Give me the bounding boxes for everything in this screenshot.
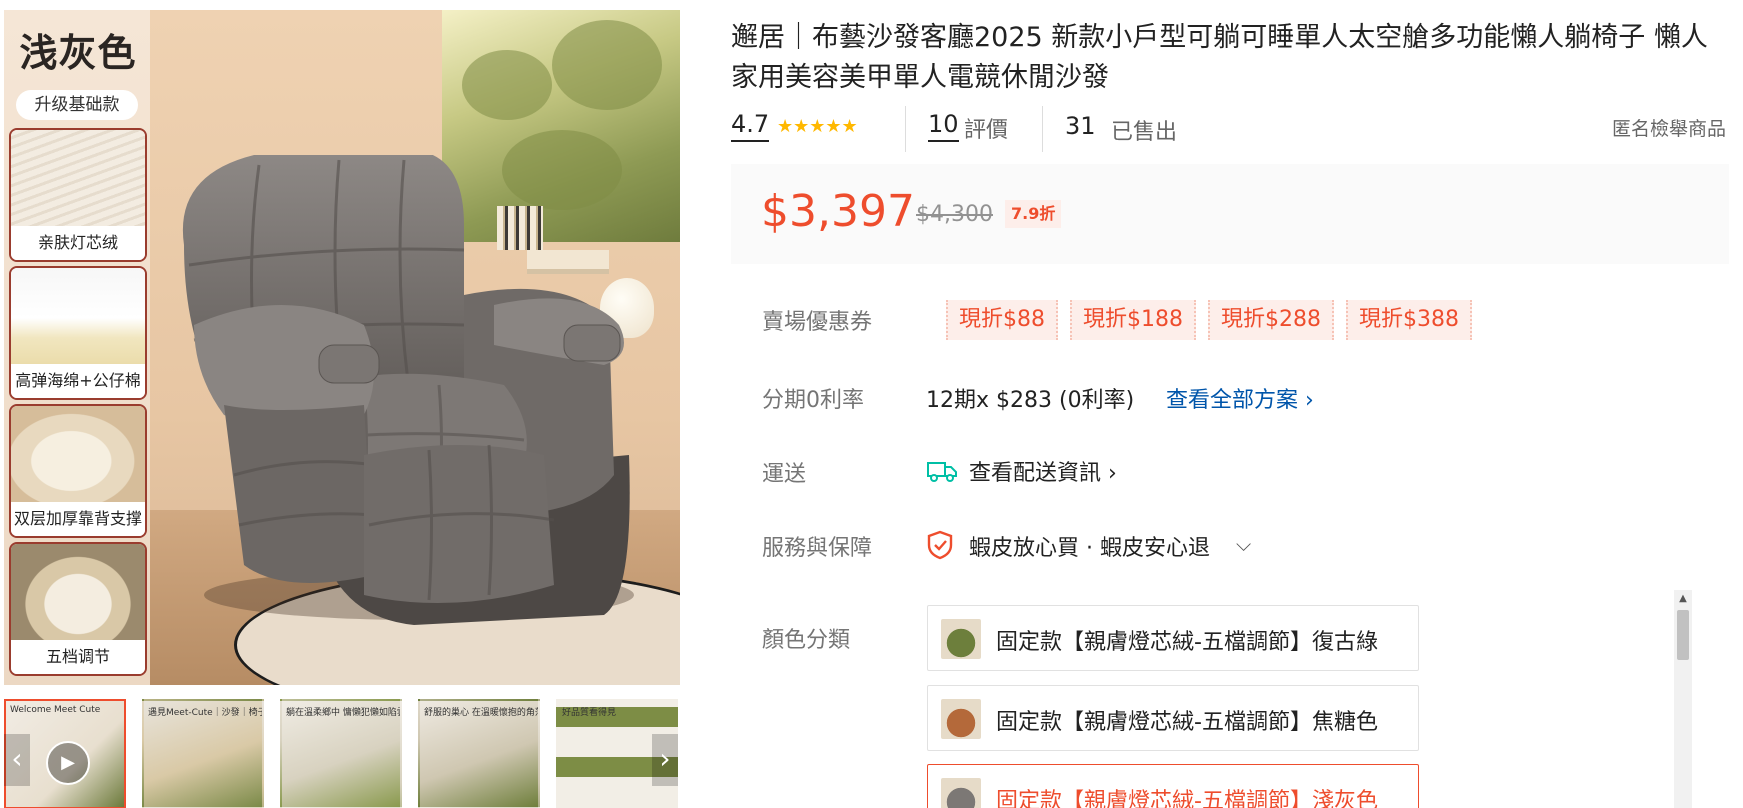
product-page: 浅灰色 升级基础款 亲肤灯芯绒 高弹海绵+公仔棉 双层加厚靠背支撑 五档调节 W… [0,0,1743,808]
thumbnail-image-3[interactable]: 躺在溫柔鄉中 慵懶犯懶如陷雲端 [280,699,402,808]
truck-icon [927,462,957,482]
variation-text: 固定款【親膚燈芯絨-五檔調節】淺灰色 [996,789,1378,808]
sold-label: 已售出 [1111,120,1178,145]
main-product-image[interactable]: 浅灰色 升级基础款 亲肤灯芯绒 高弹海绵+公仔棉 双层加厚靠背支撑 五档调节 [4,10,680,685]
rating-value[interactable]: 4.7 [731,110,770,142]
divider [1042,106,1043,152]
reviews-label: 評價 [964,118,1009,143]
variation-option-light-gray[interactable]: 固定款【親膚燈芯絨-五檔調節】淺灰色 [927,764,1419,808]
sold-count: 31 [1065,112,1096,140]
variation-option-caramel[interactable]: 固定款【親膚燈芯絨-五檔調節】焦糖色 [927,685,1419,751]
variation-label: 顏色分類 [762,628,851,653]
feature-side-panel: 浅灰色 升级基础款 亲肤灯芯绒 高弹海绵+公仔棉 双层加厚靠背支撑 五档调节 [4,10,150,685]
thumbnail-strip: Welcome Meet Cute ▶ 遇見Meet-Cute｜沙發｜椅子｜ 躺… [4,699,680,808]
service-label: 服務與保障 [762,536,873,561]
feature-label: 五档调节 [11,640,145,674]
chevron-right-icon[interactable]: › [652,734,678,786]
recliner-sofa-image [182,155,630,625]
scrollbar[interactable]: ▲ [1674,590,1692,808]
view-all-plans-link[interactable]: 查看全部方案 › [1166,382,1314,414]
thumbnail-caption: 舒服的巢心 在溫暖懷抱的角落 [424,708,540,718]
feature-label: 高弹海绵+公仔棉 [11,364,145,398]
variation-option-green[interactable]: 固定款【親膚燈芯絨-五檔調節】復古綠 [927,605,1419,671]
reviews-count[interactable]: 10 [928,110,959,142]
divider [905,106,906,152]
coupon-88[interactable]: 現折$88 [946,300,1058,340]
feature-card-backrest: 双层加厚靠背支撑 [9,404,147,538]
coupon-388[interactable]: 現折$388 [1346,300,1472,340]
thumbnail-caption: Welcome Meet Cute [10,705,101,715]
variation-thumbnail [941,699,981,739]
coupons-label: 賣場優惠券 [762,310,873,335]
report-product-link[interactable]: 匿名檢舉商品 [1612,114,1726,141]
rating-stats-bar: 4.7 ★★★★★ 10 評價 31 已售出 匿名檢舉商品 [731,104,1726,152]
shield-check-icon [927,530,953,560]
scroll-up-icon[interactable]: ▲ [1674,590,1692,608]
play-icon[interactable]: ▶ [46,741,90,785]
shipping-label: 運送 [762,462,807,487]
chevron-down-icon[interactable]: ⌵ [1236,532,1251,556]
service-guarantee-text[interactable]: 蝦皮放心買 · 蝦皮安心退 [969,530,1210,562]
shipping-info-link[interactable]: 查看配送資訊 › [969,455,1117,487]
coupon-188[interactable]: 現折$188 [1070,300,1196,340]
thumbnail-caption: 躺在溫柔鄉中 慵懶犯懶如陷雲端 [286,708,402,718]
original-price: $4,300 [916,202,993,227]
discount-badge: 7.9折 [1005,200,1062,228]
variation-text: 固定款【親膚燈芯絨-五檔調節】焦糖色 [996,710,1378,735]
feature-card-fabric: 亲肤灯芯绒 [9,128,147,262]
feature-label: 双层加厚靠背支撑 [11,502,145,536]
color-title: 浅灰色 [19,31,137,75]
feature-card-foam: 高弹海绵+公仔棉 [9,266,147,400]
chevron-left-icon[interactable]: ‹ [4,734,30,786]
product-title: 邂居｜布藝沙發客廳2025 新款小戶型可躺可睡單人太空艙多功能懶人躺椅子 懶人家… [731,22,1708,93]
thumbnail-image-2[interactable]: 遇見Meet-Cute｜沙發｜椅子｜ [142,699,264,808]
thumbnail-image-4[interactable]: 舒服的巢心 在溫暖懷抱的角落 [418,699,540,808]
price-box: $3,397 $4,300 7.9折 [731,164,1729,264]
variation-text: 固定款【親膚燈芯絨-五檔調節】復古綠 [996,630,1378,655]
version-badge: 升级基础款 [16,90,138,120]
feature-label: 亲肤灯芯绒 [11,226,145,260]
variation-thumbnail [941,778,981,808]
installment-plan: 12期x $283 (0利率) [926,388,1135,413]
scrollbar-thumb[interactable] [1677,610,1689,660]
thumbnail-caption: 好品質看得見 [562,708,617,718]
installment-label: 分期0利率 [762,388,864,413]
variation-thumbnail [941,619,981,659]
feature-card-adjust: 五档调节 [9,542,147,676]
star-rating-icon: ★★★★★ [777,116,858,137]
current-price: $3,397 [761,186,915,237]
thumbnail-caption: 遇見Meet-Cute｜沙發｜椅子｜ [148,708,264,718]
coupon-288[interactable]: 現折$288 [1208,300,1334,340]
